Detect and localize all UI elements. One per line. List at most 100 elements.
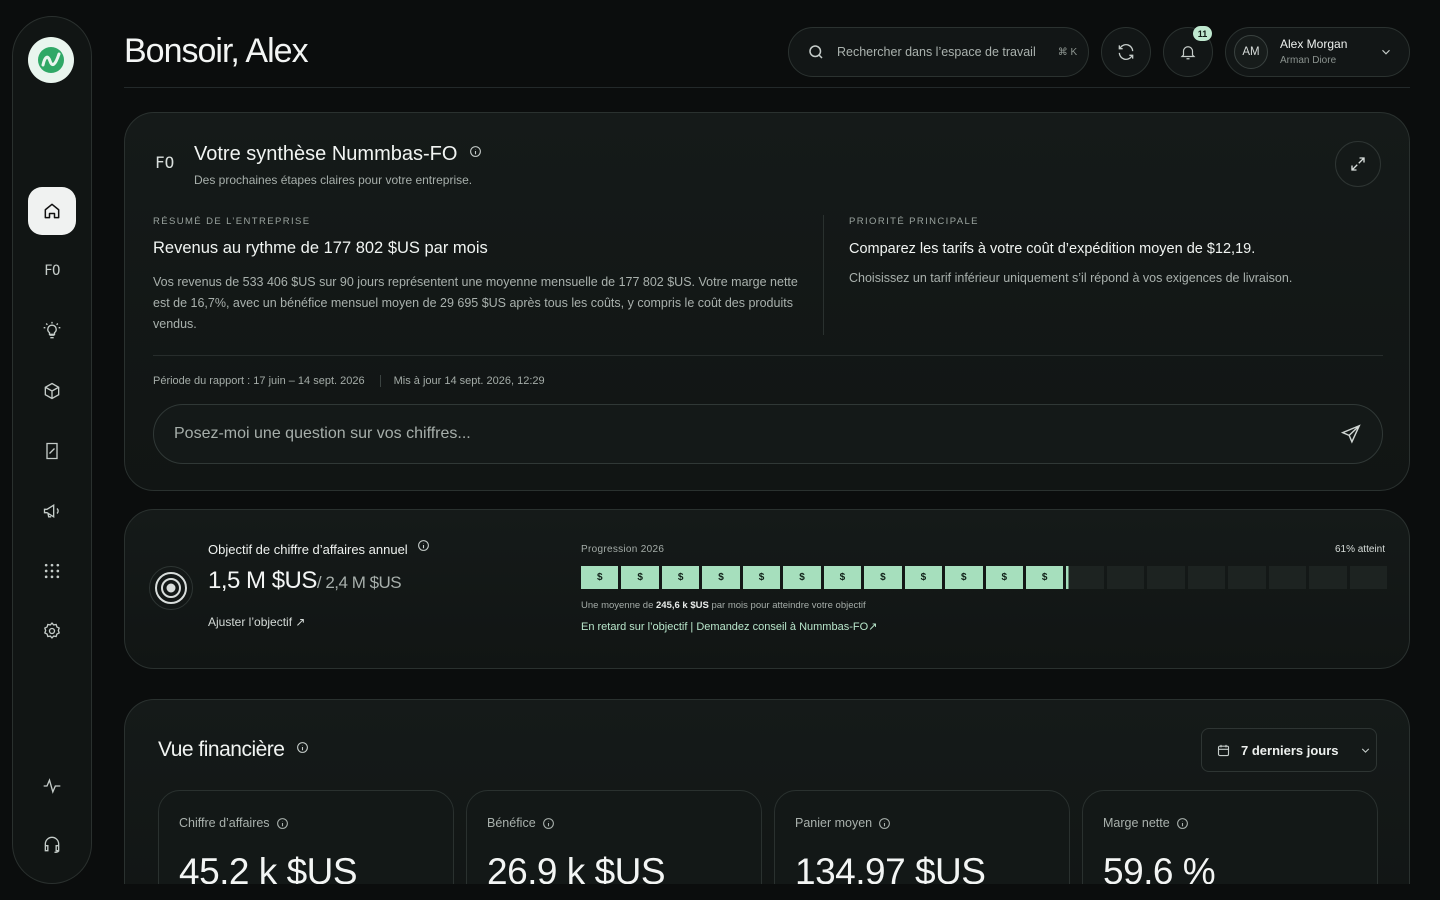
metric-label: Panier moyen: [795, 816, 891, 830]
sidebar-item-apps[interactable]: [28, 547, 76, 595]
metric-label-text: Panier moyen: [795, 816, 873, 830]
goal-target: / 2,4 M $US: [316, 573, 402, 592]
progress-segment: [1228, 566, 1266, 589]
progress-segment: $: [581, 566, 619, 589]
info-icon[interactable]: [417, 539, 430, 552]
target-icon-graphic: [155, 572, 187, 604]
chevron-down-icon: [1382, 49, 1390, 55]
fo-summary-icon: FO: [155, 153, 175, 172]
progress-segment: $: [783, 566, 821, 589]
info-icon[interactable]: [276, 817, 289, 830]
user-name: Alex Morgan: [1280, 37, 1348, 51]
bell-icon: [1180, 46, 1196, 60]
send-icon[interactable]: [1340, 423, 1362, 445]
metric-label: Chiffre d’affaires: [179, 816, 289, 830]
sidebar-item-reports[interactable]: [28, 427, 76, 475]
business-summary-heading: Revenus au rythme de 177 802 $US par moi…: [153, 239, 488, 257]
report-period: Période du rapport : 17 juin – 14 sept. …: [153, 375, 365, 387]
logo[interactable]: [28, 37, 74, 83]
headset-icon: [44, 836, 60, 853]
lightbulb-icon: [43, 321, 61, 339]
revenue-goal-card: Objectif de chiffre d’affaires annuel 1,…: [124, 509, 1410, 669]
info-icon[interactable]: [878, 817, 891, 830]
progress-label: Progression 2026: [581, 544, 665, 555]
progress-segment: $: [1025, 566, 1064, 589]
notifications-button[interactable]: 11: [1163, 26, 1213, 77]
settings-icon: [44, 622, 60, 639]
user-menu[interactable]: AM Alex Morgan Arman Diore: [1225, 27, 1410, 77]
sidebar-item-activity[interactable]: [28, 762, 76, 810]
home-icon: [44, 203, 60, 219]
metric-label-text: Chiffre d’affaires: [179, 816, 270, 830]
advice-link[interactable]: En retard sur l’objectif | Demandez cons…: [581, 620, 877, 633]
sidebar-item-home[interactable]: [28, 187, 76, 235]
summary-subtitle: Des prochaines étapes claires pour votre…: [194, 173, 473, 187]
sidebar-item-insights[interactable]: [28, 307, 76, 355]
business-summary-body: Vos revenus de 533 406 $US sur 90 jours …: [153, 275, 798, 331]
info-icon[interactable]: [296, 741, 309, 754]
date-range-label: 7 derniers jours: [1241, 742, 1339, 758]
business-summary: Résumé de l’entreprise Revenus au rythme…: [153, 216, 803, 335]
progress-segment: [1309, 566, 1347, 589]
search-placeholder: Rechercher dans l’espace de travail: [837, 45, 1036, 59]
search-icon: [809, 45, 823, 59]
progress-bar: $ $ $ $ $ $ $ $ $ $ $ $: [581, 566, 1388, 589]
main-priority-body: Choisissez un tarif inférieur uniquement…: [849, 271, 1293, 285]
sidebar-item-marketing[interactable]: [28, 487, 76, 535]
progress-segment: $: [742, 566, 781, 589]
progress-segment: $: [864, 566, 902, 589]
expand-button[interactable]: [1335, 141, 1381, 187]
receipt-icon: [46, 442, 58, 460]
monthly-average: Une moyenne de 245,6 k $US par mois pour…: [581, 600, 866, 611]
refresh-button[interactable]: [1101, 27, 1151, 77]
monthly-average-value: 245,6 k $US: [656, 600, 709, 611]
progress-segment: [1349, 566, 1388, 589]
summary-title: Votre synthèse Nummbas-FO: [194, 143, 482, 166]
apps-grid-icon: [44, 563, 60, 579]
search-bar[interactable]: Rechercher dans l’espace de travail ⌘ K: [788, 27, 1089, 77]
sidebar-item-fo[interactable]: FO: [28, 247, 76, 295]
monthly-average-suffix: par mois pour atteindre votre objectif: [711, 600, 866, 611]
progress-segment: $: [621, 566, 659, 589]
goal-value: 1,5 M $US/ 2,4 M $US: [208, 567, 402, 595]
progress-segment: $: [945, 566, 983, 589]
date-range-select[interactable]: 7 derniers jours: [1201, 728, 1377, 772]
sidebar-item-support[interactable]: [28, 820, 76, 868]
sidebar-item-settings[interactable]: [28, 607, 76, 655]
adjust-goal-link[interactable]: Ajuster l’objectif ↗: [208, 615, 305, 629]
fo-icon: FO: [44, 263, 60, 279]
goal-title-text: Objectif de chiffre d’affaires annuel: [208, 542, 408, 557]
header-divider: [124, 87, 1410, 88]
summary-card: FO Votre synthèse Nummbas-FO Des prochai…: [124, 112, 1410, 491]
report-meta: Période du rapport : 17 juin – 14 sept. …: [153, 375, 545, 387]
progress-segment: [1066, 566, 1104, 589]
meta-separator: [379, 375, 381, 387]
calendar-icon: [1217, 744, 1230, 756]
box-icon: [44, 382, 60, 400]
info-icon[interactable]: [542, 817, 555, 830]
main-priority-label: Priorité principale: [849, 216, 979, 227]
progress-percent: 61% atteint: [1334, 544, 1385, 555]
goal-title: Objectif de chiffre d’affaires annuel: [208, 539, 430, 557]
progress-segment: [1106, 566, 1145, 589]
progress-segment: $: [702, 566, 740, 589]
activity-icon: [43, 778, 61, 794]
main-priority-heading: Comparez les tarifs à votre coût d’expéd…: [849, 241, 1256, 257]
logo-icon: [38, 47, 64, 73]
chevron-down-icon: [1361, 747, 1369, 753]
progress-segment: $: [823, 566, 862, 589]
progress-segment: $: [985, 566, 1023, 589]
ask-input[interactable]: [174, 405, 1324, 463]
sidebar-item-products[interactable]: [28, 367, 76, 415]
summary-divider: [153, 355, 1383, 356]
info-icon[interactable]: [1176, 817, 1189, 830]
metric-label-text: Bénéfice: [487, 816, 536, 830]
progress-segment: $: [661, 566, 700, 589]
info-icon[interactable]: [469, 145, 482, 158]
metric-label-text: Marge nette: [1103, 816, 1170, 830]
goal-current: 1,5 M $US: [208, 567, 317, 594]
sidebar: FO: [12, 16, 92, 884]
target-icon: [149, 566, 193, 610]
app: FO Bonsoir, Alex Rechercher dans l’espac…: [0, 0, 1440, 900]
financial-overview-title: Vue financière: [158, 738, 309, 762]
